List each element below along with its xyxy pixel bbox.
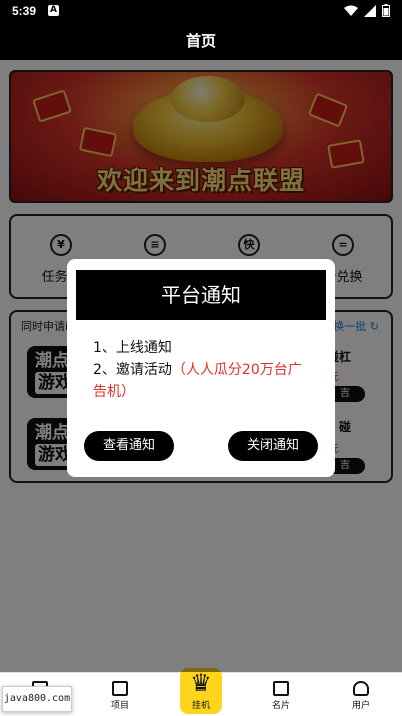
battery-icon (382, 4, 390, 17)
watermark: java800.com (2, 686, 72, 712)
nav-label: 挂机 (191, 701, 210, 711)
page-title: 首页 (0, 22, 402, 60)
nav-label: 用户 (351, 701, 370, 711)
status-time: 5:39 (12, 4, 37, 18)
signal-icon (364, 4, 376, 17)
dialog-title: 平台通知 (76, 270, 326, 320)
status-icons (344, 4, 390, 17)
project-icon (112, 681, 128, 696)
wifi-icon (344, 5, 358, 16)
user-icon (353, 681, 369, 696)
nav-label: 项目 (110, 701, 129, 711)
view-notice-button[interactable]: 查看通知 (84, 431, 174, 461)
nav-project[interactable]: 项目 (90, 681, 150, 711)
status-bar: 5:39 A (0, 0, 402, 22)
notice-dialog: 平台通知 1、上线通知 2、邀请活动（人人瓜分20万台广告机） 查看通知 关闭通… (67, 259, 335, 477)
card-icon (273, 681, 289, 696)
close-notice-button[interactable]: 关闭通知 (228, 431, 318, 461)
nav-card[interactable]: 名片 (251, 681, 311, 711)
notice-line-2-prefix: 2、邀请活动 (93, 362, 172, 378)
nav-label: 名片 (271, 701, 290, 711)
notification-icon: A (48, 5, 59, 16)
nav-user[interactable]: 用户 (331, 681, 391, 711)
crown-icon: ♛ (190, 669, 212, 697)
notice-line-2: 2、邀请活动（人人瓜分20万台广告机） (93, 359, 313, 403)
dialog-body: 1、上线通知 2、邀请活动（人人瓜分20万台广告机） (93, 337, 313, 403)
nav-hangup[interactable]: ♛ 挂机 (180, 668, 222, 714)
notice-line-1: 1、上线通知 (93, 340, 172, 356)
